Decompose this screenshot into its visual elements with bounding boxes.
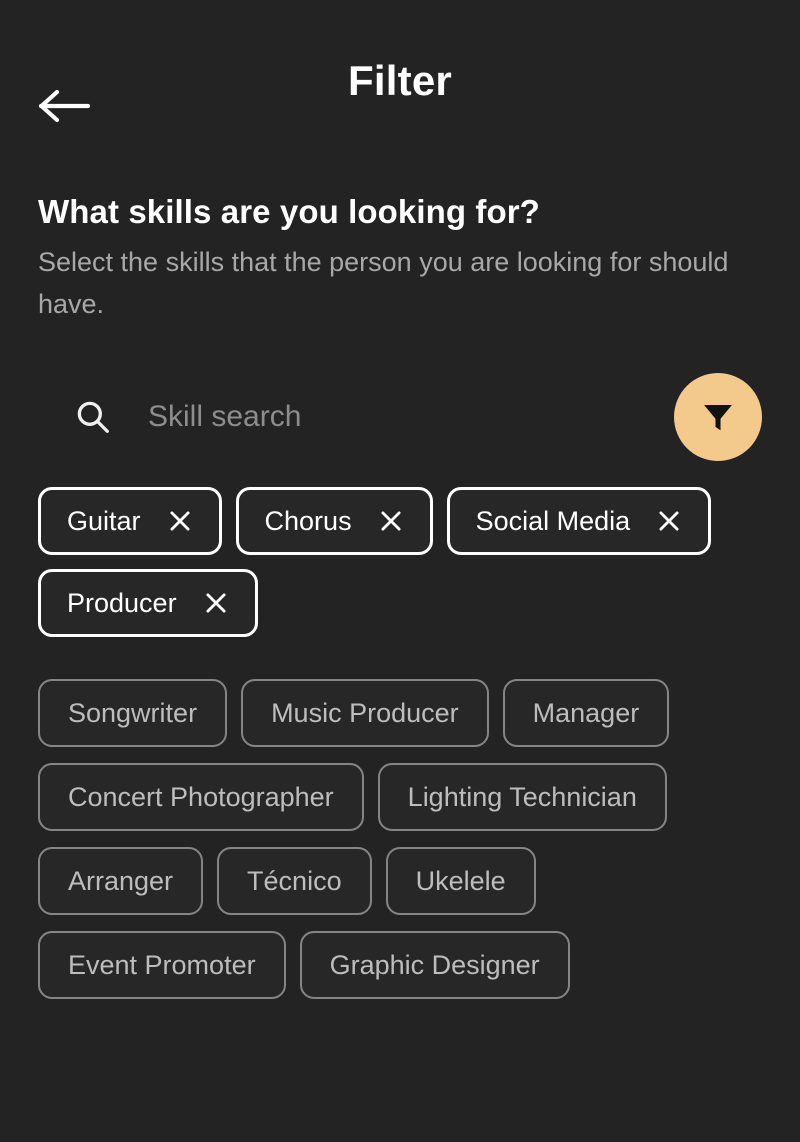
chip-label: Manager [533, 700, 640, 727]
close-icon[interactable] [203, 590, 229, 616]
suggested-skill-chip[interactable]: Lighting Technician [378, 763, 667, 831]
chip-label: Técnico [247, 868, 342, 895]
selected-skill-chip[interactable]: Producer [38, 569, 258, 637]
suggested-skill-chip[interactable]: Graphic Designer [300, 931, 570, 999]
suggested-skill-chip[interactable]: Arranger [38, 847, 203, 915]
chip-label: Music Producer [271, 700, 459, 727]
section-subtitle: Select the skills that the person you ar… [38, 241, 758, 325]
selected-skills-row: Guitar Chorus Social Media Producer [38, 487, 762, 637]
arrow-left-icon [38, 88, 92, 124]
chip-label: Concert Photographer [68, 784, 334, 811]
chip-label: Chorus [265, 508, 352, 535]
search-row [0, 369, 800, 465]
filter-screen: Filter What skills are you looking for? … [0, 0, 800, 1142]
suggested-skill-chip[interactable]: Event Promoter [38, 931, 286, 999]
chip-label: Ukelele [416, 868, 506, 895]
app-header: Filter [0, 0, 800, 152]
suggested-skill-chip[interactable]: Manager [503, 679, 670, 747]
chip-label: Lighting Technician [408, 784, 637, 811]
funnel-icon [699, 398, 737, 436]
chip-label: Social Media [476, 508, 631, 535]
suggested-skills-area: Songwriter Music Producer Manager Concer… [0, 679, 800, 999]
chip-label: Graphic Designer [330, 952, 540, 979]
close-icon[interactable] [656, 508, 682, 534]
selected-skill-chip[interactable]: Chorus [236, 487, 433, 555]
suggested-skill-chip[interactable]: Music Producer [241, 679, 489, 747]
chip-label: Songwriter [68, 700, 197, 727]
search-icon [74, 398, 112, 436]
suggested-skill-chip[interactable]: Ukelele [386, 847, 536, 915]
close-icon[interactable] [378, 508, 404, 534]
suggested-skill-chip[interactable]: Songwriter [38, 679, 227, 747]
page-title: Filter [0, 50, 800, 102]
section-title: What skills are you looking for? [38, 194, 762, 231]
close-icon[interactable] [167, 508, 193, 534]
chip-label: Producer [67, 590, 177, 617]
selected-skills-area: Guitar Chorus Social Media Producer [0, 487, 800, 637]
filter-button[interactable] [674, 373, 762, 461]
chip-label: Arranger [68, 868, 173, 895]
suggested-skill-chip[interactable]: Concert Photographer [38, 763, 364, 831]
suggested-skill-chip[interactable]: Técnico [217, 847, 372, 915]
chip-label: Guitar [67, 508, 141, 535]
selected-skill-chip[interactable]: Social Media [447, 487, 712, 555]
chip-label: Event Promoter [68, 952, 256, 979]
search-input[interactable] [148, 390, 658, 444]
back-button[interactable] [38, 84, 94, 128]
section-heading-block: What skills are you looking for? Select … [0, 194, 800, 325]
suggested-skills-row: Songwriter Music Producer Manager Concer… [38, 679, 762, 999]
selected-skill-chip[interactable]: Guitar [38, 487, 222, 555]
